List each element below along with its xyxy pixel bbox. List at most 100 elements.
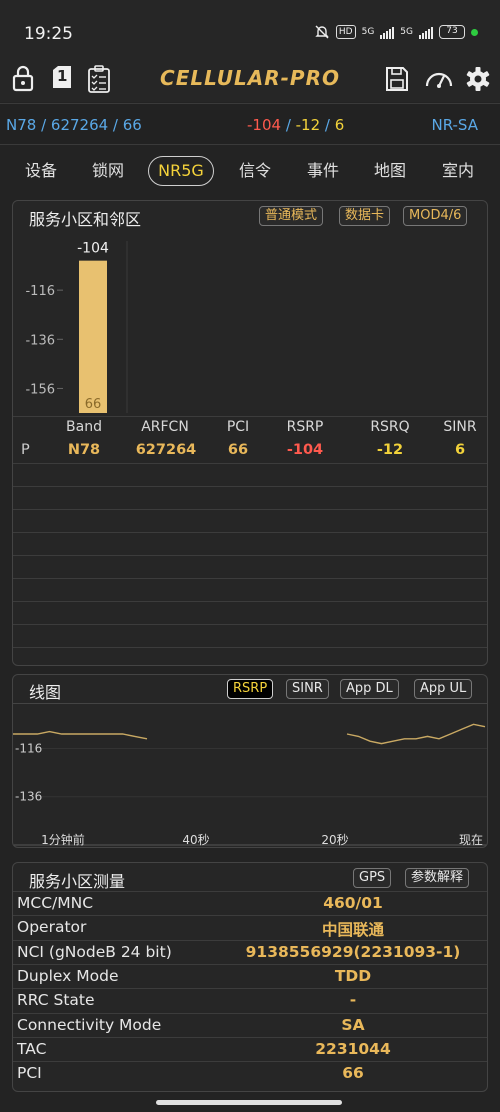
summary-sinr: 6: [334, 116, 345, 134]
summary-mode: NR-SA: [431, 116, 478, 134]
status-time: 19:25: [24, 24, 73, 44]
summary-signal-values: -104 / -12 / 6: [247, 116, 344, 134]
measurement-value: -: [349, 991, 357, 1010]
measurement-value: 66: [342, 1064, 364, 1083]
measurement-divider: [13, 939, 487, 941]
normal-mode-button[interactable]: 普通模式: [259, 206, 324, 226]
y-tick-label: -136: [25, 333, 55, 348]
hd-badge: HD: [335, 25, 356, 39]
row-type: P: [21, 442, 30, 458]
table-row[interactable]: P N78 627264 66 -104 -12 6: [13, 439, 487, 463]
bar-pci-label: 66: [85, 397, 102, 412]
measurement-row: Connectivity Mode SA: [13, 1012, 487, 1037]
y-tick-label: -136: [15, 790, 42, 804]
gear-icon[interactable]: [464, 64, 492, 94]
table-row-divider: [13, 601, 487, 602]
row-band: N78: [67, 442, 101, 458]
tab-lock[interactable]: 锁网: [81, 156, 135, 186]
measurement-title: 服务小区测量: [29, 872, 126, 891]
summary-sep-2: /: [320, 116, 335, 134]
measurement-key: RRC State: [17, 991, 95, 1010]
tab-signaling[interactable]: 信令: [228, 156, 282, 186]
bar-rsrp-label: -104: [77, 241, 109, 257]
app-dl-toggle[interactable]: App DL: [340, 679, 399, 699]
measurement-divider: [13, 915, 487, 917]
x-tick-label: 40秒: [182, 833, 209, 847]
col-sinr: SINR: [443, 419, 477, 435]
measurement-value: 460/01: [323, 894, 383, 912]
measurement-key: Connectivity Mode: [17, 1015, 162, 1034]
col-arfcn: ARFCN: [141, 419, 189, 435]
col-rsrq: RSRQ: [370, 419, 410, 435]
measurement-divider: [13, 988, 487, 990]
row-arfcn: 627264: [135, 442, 197, 458]
data-card-button[interactable]: 数据卡: [339, 206, 391, 226]
battery-icon: 73: [439, 25, 465, 39]
mod-button[interactable]: MOD4/6: [403, 206, 468, 226]
measurement-divider: [13, 1012, 487, 1014]
table-row-divider: [13, 509, 487, 510]
tab-indoor[interactable]: 室内: [431, 156, 485, 186]
measurement-value: 9138556929(2231093-1): [245, 942, 461, 961]
line-chart-panel: 线图 RSRP SINR App DL App UL -116 -136 1分钟前…: [12, 674, 488, 848]
rsrp-line-chart: -116 -136 1分钟前 40秒 20秒 现在: [13, 723, 487, 847]
row-sinr: 6: [454, 442, 466, 458]
signal-bar-chart: -116 -136 -156 -104 66: [25, 241, 128, 413]
table-row-divider: [13, 463, 487, 464]
summary-rsrq: -12: [295, 116, 321, 134]
table-row-divider: [13, 532, 487, 533]
y-tick-label: -116: [25, 284, 55, 299]
measurement-divider: [13, 891, 487, 892]
sinr-toggle[interactable]: SINR: [286, 679, 329, 699]
measurement-value: 中国联通: [321, 921, 384, 940]
measurement-divider: [13, 1036, 487, 1038]
measurement-key: PCI: [17, 1064, 42, 1083]
cell-summary-bar: N78 / 627264 / 66 -104 / -12 / 6 NR-SA: [0, 103, 500, 145]
table-row-divider: [13, 486, 487, 487]
line-chart-title: 线图: [29, 683, 62, 702]
measurement-row: NCI (gNodeB 24 bit) 9138556929(2231093-1): [13, 939, 487, 964]
col-rsrp: RSRP: [286, 419, 324, 435]
measurement-key: Operator: [17, 918, 87, 937]
status-bar: 19:25 HD 5G 5G 73: [0, 0, 500, 62]
rsrp-toggle[interactable]: RSRP: [227, 679, 274, 699]
table-row-divider: [13, 624, 487, 625]
tab-map[interactable]: 地图: [363, 156, 417, 186]
tab-events[interactable]: 事件: [296, 156, 350, 186]
measurement-panel: 服务小区测量 GPS 参数解释 MCC/MNC 460/01 Operator 中国联…: [12, 862, 488, 1092]
save-icon[interactable]: [384, 64, 410, 94]
measurement-row: Duplex Mode TDD: [13, 963, 487, 988]
table-row-divider: [13, 555, 487, 556]
measurement-divider: [13, 1061, 487, 1063]
signal-bars-icon-2: [419, 26, 433, 39]
summary-sep-1: /: [281, 116, 296, 134]
col-band: Band: [66, 419, 102, 435]
measurement-row: Operator 中国联通: [13, 915, 487, 940]
param-explain-button[interactable]: 参数解释: [405, 868, 470, 888]
measurement-value: SA: [341, 1015, 365, 1034]
table-divider: [13, 416, 487, 417]
measurement-value: TDD: [334, 966, 372, 985]
row-rsrp: -104: [286, 442, 324, 458]
tab-device[interactable]: 设备: [14, 156, 68, 186]
privacy-indicator-dot: [471, 28, 478, 36]
measurement-row: PCI 66: [13, 1061, 487, 1085]
rsrp-line-segment-1: [13, 730, 148, 740]
serving-cell-bar[interactable]: [79, 260, 107, 413]
gps-button[interactable]: GPS: [353, 868, 392, 888]
row-rsrq: -12: [376, 442, 404, 458]
measurement-row: RRC State -: [13, 988, 487, 1012]
measurement-divider: [13, 963, 487, 965]
speedometer-icon[interactable]: [424, 64, 454, 94]
rsrp-line-segment-2: [346, 723, 486, 745]
y-tick-label: -116: [15, 741, 42, 755]
tab-nr5g[interactable]: NR5G: [148, 156, 214, 186]
bell-muted-icon: [315, 25, 329, 39]
home-indicator[interactable]: [156, 1100, 342, 1105]
app-ul-toggle[interactable]: App UL: [414, 679, 473, 699]
tab-bar: 设备 锁网 NR5G 信令 事件 地图 室内: [0, 150, 500, 188]
serving-neighbor-panel: 服务小区和邻区 普通模式 数据卡 MOD4/6 -116 -136 -156 -10…: [12, 200, 488, 666]
summary-band-arfcn-pci: N78 / 627264 / 66: [6, 116, 142, 134]
measurement-row: MCC/MNC 460/01: [13, 891, 487, 915]
signal-bars-icon: [380, 26, 395, 39]
